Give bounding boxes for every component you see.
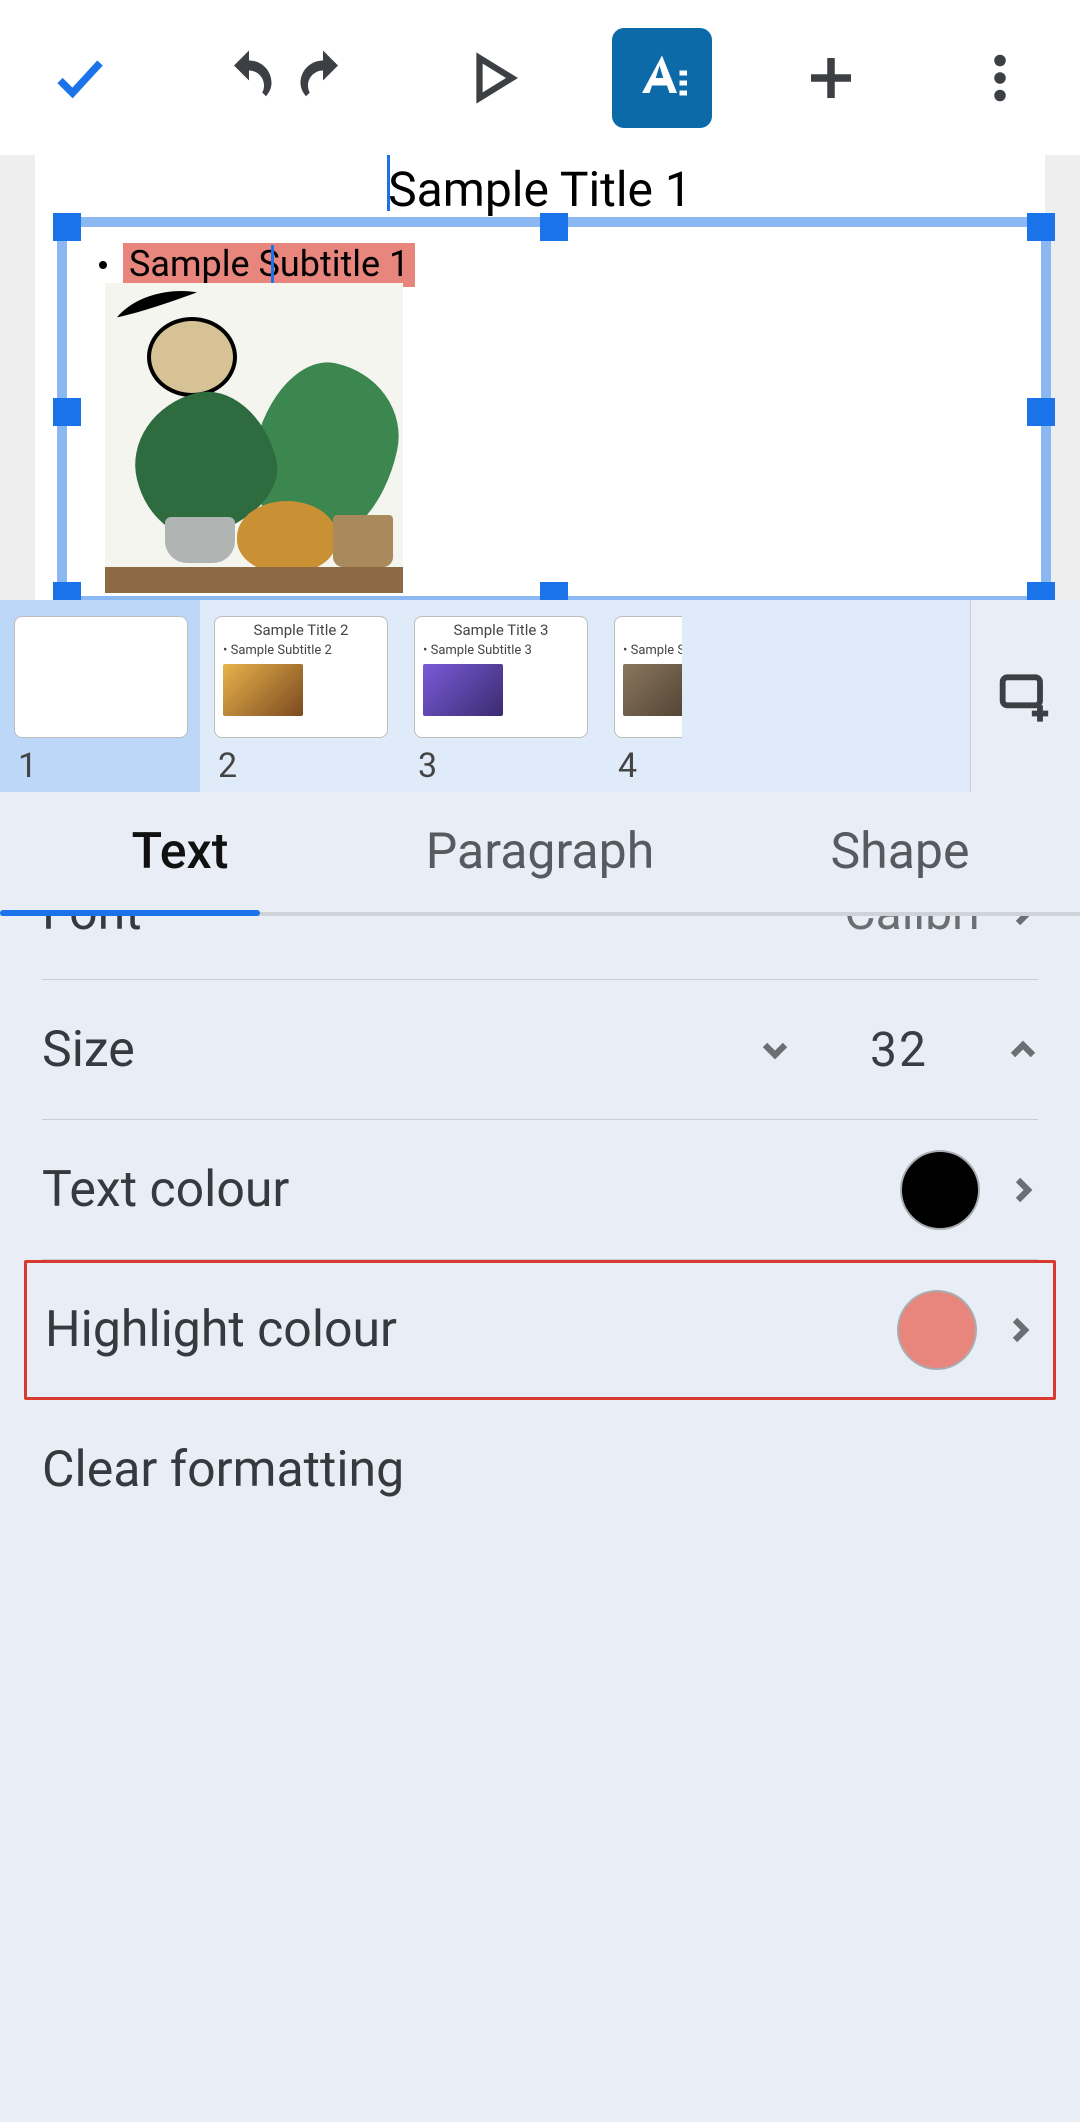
chevron-right-icon bbox=[1008, 1175, 1038, 1205]
font-value: Calibri bbox=[844, 916, 980, 941]
tab-paragraph[interactable]: Paragraph bbox=[360, 823, 720, 881]
resize-handle-tr[interactable] bbox=[1027, 213, 1055, 241]
thumbnail-number: 3 bbox=[414, 746, 588, 786]
text-colour-label: Text colour bbox=[42, 1161, 289, 1219]
thumbnail-1[interactable]: 1 bbox=[0, 600, 200, 792]
tab-text[interactable]: Text bbox=[0, 823, 360, 881]
resize-handle-t[interactable] bbox=[540, 213, 568, 241]
highlight-colour-swatch bbox=[897, 1290, 977, 1370]
format-panel[interactable]: Font Calibri Size 32 Text colour Highlig… bbox=[0, 916, 1080, 2122]
play-icon bbox=[462, 48, 522, 108]
format-tabs: Text Paragraph Shape bbox=[0, 792, 1080, 916]
font-label: Font bbox=[42, 916, 142, 942]
option-text-colour[interactable]: Text colour bbox=[42, 1120, 1038, 1260]
text-cursor bbox=[271, 245, 274, 287]
resize-handle-r[interactable] bbox=[1027, 398, 1055, 426]
thumbnail-number: 1 bbox=[14, 746, 188, 786]
slide-canvas[interactable]: Sample Title 1 Sample Subtitle 1 bbox=[0, 155, 1080, 600]
thumbnail-number: 4 bbox=[614, 746, 670, 786]
size-increase-button[interactable] bbox=[1008, 1035, 1038, 1065]
thumbnail-number: 2 bbox=[214, 746, 388, 786]
slide-subtitle-row[interactable]: Sample Subtitle 1 bbox=[99, 243, 415, 287]
option-font[interactable]: Font Calibri bbox=[42, 916, 1038, 980]
option-clear-formatting[interactable]: Clear formatting bbox=[42, 1400, 1038, 1540]
thumbnail-strip[interactable]: 1 Sample Title 2 • Sample Subtitle 2 2 S… bbox=[0, 600, 1080, 792]
resize-handle-tl[interactable] bbox=[53, 213, 81, 241]
thumbnail-3[interactable]: Sample Title 3 • Sample Subtitle 3 3 bbox=[400, 600, 600, 792]
redo-icon bbox=[293, 48, 353, 108]
top-toolbar bbox=[0, 0, 1080, 155]
undo-icon bbox=[219, 48, 279, 108]
bullet-icon bbox=[99, 261, 107, 269]
redo-button[interactable] bbox=[273, 28, 373, 128]
text-format-icon bbox=[632, 48, 692, 108]
present-button[interactable] bbox=[442, 28, 542, 128]
more-vert-icon bbox=[970, 48, 1030, 108]
check-icon bbox=[50, 48, 110, 108]
slide-current: Sample Title 1 Sample Subtitle 1 bbox=[35, 155, 1045, 600]
text-colour-swatch bbox=[900, 1150, 980, 1230]
add-slide-button[interactable] bbox=[970, 600, 1080, 792]
swoosh-icon bbox=[117, 287, 197, 321]
size-decrease-button[interactable] bbox=[760, 1035, 790, 1065]
slide-title-text: Sample Title 1 bbox=[388, 161, 692, 218]
text-cursor bbox=[387, 155, 390, 211]
thumbnail-2[interactable]: Sample Title 2 • Sample Subtitle 2 2 bbox=[200, 600, 400, 792]
text-format-button[interactable] bbox=[612, 28, 712, 128]
insert-button[interactable] bbox=[781, 28, 881, 128]
tab-shape[interactable]: Shape bbox=[720, 823, 1080, 881]
add-slide-icon bbox=[998, 668, 1054, 724]
option-highlight-colour[interactable]: Highlight colour bbox=[24, 1260, 1056, 1400]
undo-redo-group bbox=[199, 28, 373, 128]
chevron-right-icon bbox=[1008, 916, 1038, 928]
slide-image[interactable] bbox=[105, 283, 403, 593]
size-label: Size bbox=[42, 1021, 135, 1079]
more-button[interactable] bbox=[950, 28, 1050, 128]
chevron-right-icon bbox=[1005, 1315, 1035, 1345]
highlight-colour-label: Highlight colour bbox=[45, 1301, 397, 1359]
slide-subtitle[interactable]: Sample Subtitle 1 bbox=[123, 243, 415, 287]
resize-handle-l[interactable] bbox=[53, 398, 81, 426]
clear-formatting-label: Clear formatting bbox=[42, 1441, 404, 1499]
thumbnail-4[interactable]: S • Sample Subtitl 4 bbox=[600, 600, 682, 792]
slide-title[interactable]: Sample Title 1 bbox=[35, 161, 1045, 218]
confirm-button[interactable] bbox=[30, 28, 130, 128]
option-size[interactable]: Size 32 bbox=[42, 980, 1038, 1120]
size-value: 32 bbox=[870, 1021, 928, 1078]
plus-icon bbox=[801, 48, 861, 108]
